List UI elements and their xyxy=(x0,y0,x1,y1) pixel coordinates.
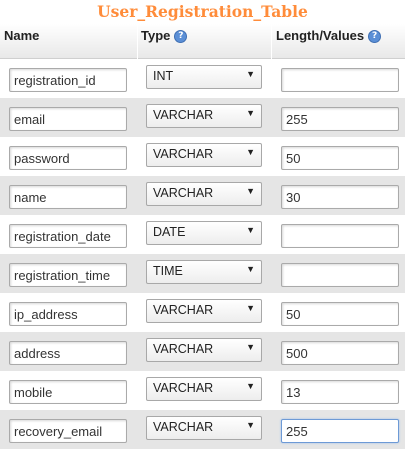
table-title: User_Registration_Table xyxy=(0,0,405,24)
table-row: email VARCHAR ▼ 255 xyxy=(0,98,405,137)
field-name-input[interactable]: email xyxy=(9,107,127,131)
length-input[interactable]: 30 xyxy=(281,185,399,209)
field-name-input[interactable]: mobile xyxy=(9,380,127,404)
type-select-value: VARCHAR xyxy=(153,420,214,434)
dropdown-arrow-icon: ▼ xyxy=(246,303,255,313)
field-name-input[interactable]: ip_address xyxy=(9,302,127,326)
type-select-value: DATE xyxy=(153,225,186,239)
type-select-value: VARCHAR xyxy=(153,303,214,317)
length-input[interactable]: 255 xyxy=(281,107,399,131)
dropdown-arrow-icon: ▼ xyxy=(246,264,255,274)
type-select[interactable]: VARCHAR ▼ xyxy=(146,338,262,362)
question-circle-icon[interactable]: ? xyxy=(174,30,188,44)
table-row: password VARCHAR ▼ 50 xyxy=(0,137,405,176)
type-select-value: VARCHAR xyxy=(153,108,214,122)
table-row: registration_date DATE ▼ xyxy=(0,215,405,254)
dropdown-arrow-icon: ▼ xyxy=(246,69,255,79)
length-input[interactable]: 500 xyxy=(281,341,399,365)
header-type: Type? xyxy=(141,28,188,44)
field-name-input[interactable]: registration_time xyxy=(9,263,127,287)
type-select[interactable]: TIME ▼ xyxy=(146,260,262,284)
dropdown-arrow-icon: ▼ xyxy=(246,420,255,430)
table-row: registration_id INT ▼ xyxy=(0,59,405,98)
table-row: recovery_email VARCHAR ▼ 255 xyxy=(0,410,405,449)
type-select-value: VARCHAR xyxy=(153,147,214,161)
table-row: name VARCHAR ▼ 30 xyxy=(0,176,405,215)
field-name-input[interactable]: recovery_email xyxy=(9,419,127,443)
length-input[interactable]: 50 xyxy=(281,302,399,326)
type-select-value: VARCHAR xyxy=(153,186,214,200)
table-row: ip_address VARCHAR ▼ 50 xyxy=(0,293,405,332)
dropdown-arrow-icon: ▼ xyxy=(246,381,255,391)
table-row: mobile VARCHAR ▼ 13 xyxy=(0,371,405,410)
field-name-input[interactable]: registration_id xyxy=(9,68,127,92)
header-type-label: Type xyxy=(141,28,171,43)
dropdown-arrow-icon: ▼ xyxy=(246,147,255,157)
type-select[interactable]: VARCHAR ▼ xyxy=(146,143,262,167)
type-select[interactable]: DATE ▼ xyxy=(146,221,262,245)
type-select-value: VARCHAR xyxy=(153,342,214,356)
type-select[interactable]: INT ▼ xyxy=(146,65,262,89)
field-name-input[interactable]: registration_date xyxy=(9,224,127,248)
field-name-input[interactable]: name xyxy=(9,185,127,209)
length-input[interactable]: 50 xyxy=(281,146,399,170)
table-editor: User_Registration_Table Name Type? Lengt… xyxy=(0,0,405,452)
type-select[interactable]: VARCHAR ▼ xyxy=(146,377,262,401)
question-circle-icon[interactable]: ? xyxy=(368,30,382,44)
dropdown-arrow-icon: ▼ xyxy=(246,225,255,235)
length-input[interactable]: 255 xyxy=(281,419,399,443)
type-select[interactable]: VARCHAR ▼ xyxy=(146,104,262,128)
length-input[interactable] xyxy=(281,224,399,248)
dropdown-arrow-icon: ▼ xyxy=(246,342,255,352)
header-name-label: Name xyxy=(4,28,40,43)
type-select-value: INT xyxy=(153,69,174,83)
field-name-input[interactable]: address xyxy=(9,341,127,365)
length-input[interactable] xyxy=(281,263,399,287)
type-select-value: TIME xyxy=(153,264,183,278)
column-header-row: Name Type? Length/Values? xyxy=(0,24,405,59)
table-row: address VARCHAR ▼ 500 xyxy=(0,332,405,371)
dropdown-arrow-icon: ▼ xyxy=(246,108,255,118)
length-input[interactable] xyxy=(281,68,399,92)
dropdown-arrow-icon: ▼ xyxy=(246,186,255,196)
table-row: registration_time TIME ▼ xyxy=(0,254,405,293)
type-select[interactable]: VARCHAR ▼ xyxy=(146,416,262,440)
length-input[interactable]: 13 xyxy=(281,380,399,404)
type-select[interactable]: VARCHAR ▼ xyxy=(146,299,262,323)
type-select[interactable]: VARCHAR ▼ xyxy=(146,182,262,206)
header-length: Length/Values? xyxy=(276,28,382,44)
header-name: Name xyxy=(4,28,39,43)
type-select-value: VARCHAR xyxy=(153,381,214,395)
header-length-label: Length/Values xyxy=(276,28,365,43)
field-name-input[interactable]: password xyxy=(9,146,127,170)
